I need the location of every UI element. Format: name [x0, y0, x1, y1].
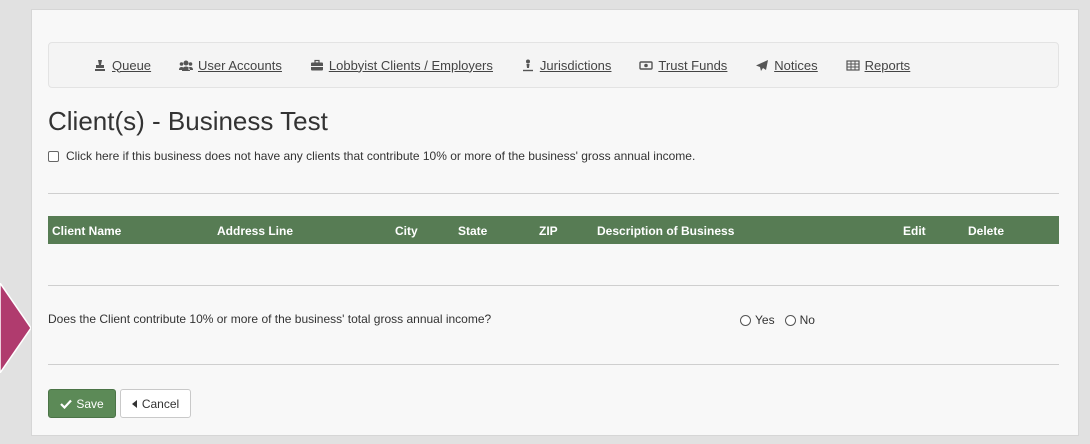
- nav-item-label: User Accounts: [198, 57, 282, 73]
- nav-item-label: Jurisdictions: [539, 57, 612, 73]
- users-icon: [179, 60, 194, 71]
- nav-item-user-accounts[interactable]: User Accounts: [179, 58, 282, 73]
- cancel-button[interactable]: Cancel: [120, 389, 191, 418]
- save-button-label: Save: [76, 396, 104, 411]
- contribution-question: Does the Client contribute 10% or more o…: [48, 312, 492, 326]
- column-header-address-line: Address Line: [217, 224, 294, 238]
- main-card: Queue User Accounts Lobbyist Clients / E…: [31, 9, 1079, 436]
- no-clients-checkbox-label: Click here if this business does not hav…: [66, 149, 696, 163]
- column-header-description: Description of Business: [597, 224, 735, 238]
- no-radio-label: No: [799, 313, 815, 327]
- nav-item-notices[interactable]: Notices: [755, 57, 818, 73]
- column-header-edit: Edit: [903, 224, 926, 238]
- column-header-city: City: [395, 224, 418, 238]
- divider: [48, 285, 1059, 286]
- top-nav: Queue User Accounts Lobbyist Clients / E…: [48, 42, 1059, 88]
- no-radio[interactable]: [784, 314, 796, 326]
- briefcase-icon: [310, 59, 323, 70]
- contribution-radio-group: Yes No: [740, 313, 825, 327]
- nav-item-label: Trust Funds: [658, 57, 728, 73]
- yes-radio[interactable]: [740, 314, 751, 326]
- divider: [48, 193, 1059, 194]
- no-clients-checkbox[interactable]: [48, 150, 59, 162]
- column-header-zip: ZIP: [539, 224, 558, 238]
- nav-item-label: Notices: [774, 57, 818, 73]
- save-button[interactable]: Save: [48, 389, 116, 418]
- page-title: Client(s) - Business Test: [48, 106, 328, 136]
- nav-item-queue[interactable]: Queue: [93, 58, 151, 73]
- nav-item-trust-funds[interactable]: Trust Funds: [639, 58, 727, 73]
- stamp-icon: [95, 59, 105, 71]
- column-header-delete: Delete: [968, 224, 1005, 238]
- caret-left-icon: [131, 399, 137, 408]
- nav-item-label: Reports: [864, 57, 911, 73]
- paper-plane-icon: [756, 59, 769, 71]
- clients-table-header: Client Name Address Line City State ZIP …: [48, 216, 1059, 244]
- nav-item-reports[interactable]: Reports: [846, 57, 911, 73]
- table-icon: [846, 59, 860, 71]
- nav-item-label: Queue: [112, 57, 152, 73]
- nav-item-jurisdictions[interactable]: Jurisdictions: [521, 57, 612, 73]
- column-header-client-name: Client Name: [52, 224, 122, 238]
- money-icon: [639, 60, 654, 70]
- no-clients-checkbox-row: Click here if this business does not hav…: [48, 149, 695, 163]
- nav-item-label: Lobbyist Clients / Employers: [328, 57, 493, 73]
- cancel-button-label: Cancel: [141, 396, 180, 411]
- divider: [48, 364, 1059, 365]
- column-header-state: State: [458, 224, 488, 238]
- yes-radio-label: Yes: [755, 313, 775, 327]
- check-icon: [60, 399, 73, 409]
- nav-item-lobbyist-clients[interactable]: Lobbyist Clients / Employers: [310, 58, 493, 73]
- callout-arrow: [0, 283, 31, 373]
- person-pin-icon: [522, 59, 533, 71]
